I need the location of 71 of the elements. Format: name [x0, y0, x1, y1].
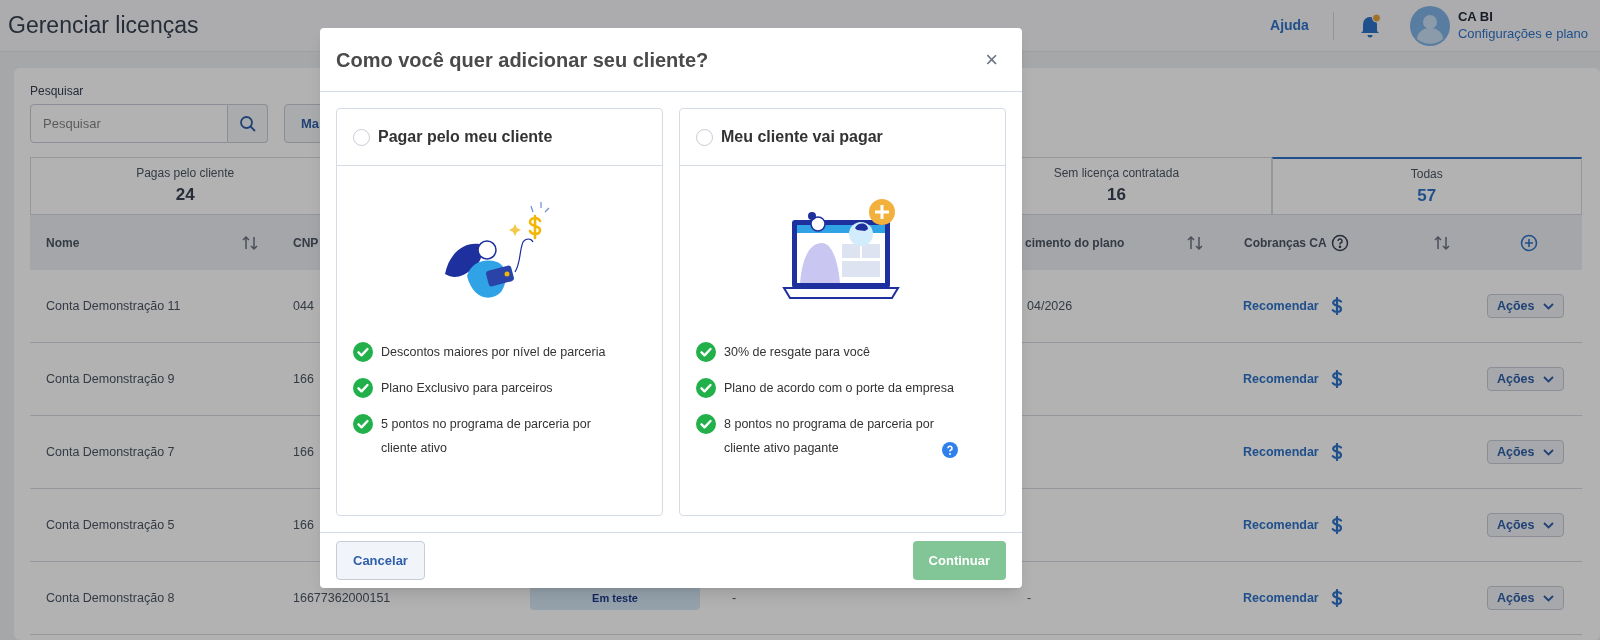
dollar-icon[interactable]	[1330, 370, 1343, 388]
check-icon	[696, 378, 716, 398]
caret-icon	[1542, 302, 1554, 310]
benefit-text: 30% de resgate para você	[724, 344, 871, 361]
check-icon	[353, 414, 373, 434]
table-cell-text: Conta Demonstração 11	[46, 297, 181, 315]
table-cell-text: Conta Demonstração 9	[46, 370, 175, 388]
option-title: Pagar pelo meu cliente	[378, 127, 553, 147]
check-icon	[353, 342, 373, 362]
table-cell-text: 166	[293, 516, 314, 534]
recommend-link[interactable]: Recomendar	[1243, 442, 1319, 462]
search-field[interactable]: Pesquisar	[30, 104, 228, 143]
actions-button[interactable]: Ações	[1487, 367, 1564, 391]
caret-icon	[1542, 375, 1554, 383]
check-icon	[696, 342, 716, 362]
dollar-icon[interactable]	[1330, 516, 1343, 534]
table-cell-text: Conta Demonstração 5	[46, 516, 175, 534]
table-cell-text: 166	[293, 443, 314, 461]
settings-link[interactable]: Configurações e plano	[1457, 25, 1588, 42]
cancel-button[interactable]: Cancelar	[336, 541, 425, 580]
benefit-text: 8 pontos no programa de parceria por cliente ativo pagante	[724, 416, 935, 457]
avatar-icon[interactable]	[1409, 5, 1450, 46]
help-link[interactable]: Ajuda	[1270, 15, 1309, 36]
dollar-icon[interactable]	[1330, 443, 1343, 461]
page-title: Gerenciar licenças	[8, 11, 199, 41]
caret-icon	[1542, 448, 1554, 456]
sort-icon[interactable]	[1433, 233, 1451, 252]
option-card[interactable]: Pagar pelo meu cliente Descontos maiores por nível de parceria Plano Exclusivo para parceiros 5 pontos no programa de parceria por cliente ativo	[336, 108, 663, 516]
table-cell-text: Conta Demonstração 8	[46, 589, 175, 607]
column-header[interactable]: cimento do plano	[1025, 233, 1125, 252]
table-cell-text: 044	[293, 297, 314, 315]
column-header[interactable]: CNP	[293, 233, 319, 252]
table-cell-text: 166	[293, 370, 314, 388]
search-button[interactable]	[228, 104, 268, 143]
benefit-text: 5 pontos no programa de parceria por cliente ativo	[381, 416, 592, 457]
option-title: Meu cliente vai pagar	[721, 127, 883, 147]
recommend-link[interactable]: Recomendar	[1243, 588, 1319, 608]
column-header[interactable]: Nome	[46, 233, 80, 252]
benefit-text: Plano de acordo com o porte da empresa	[724, 380, 955, 397]
help-icon[interactable]	[942, 442, 958, 458]
dialog-title: Como você quer adicionar seu cliente?	[336, 47, 710, 73]
actions-button[interactable]: Ações	[1487, 440, 1564, 464]
dollar-icon[interactable]	[1330, 589, 1343, 607]
actions-button[interactable]: Ações	[1487, 513, 1564, 537]
sort-icon[interactable]	[1186, 233, 1204, 252]
recommend-link[interactable]: Recomendar	[1243, 296, 1319, 316]
actions-button[interactable]: Ações	[1487, 586, 1564, 610]
check-icon	[696, 414, 716, 434]
option-card[interactable]: Meu cliente vai pagar 30% de resgate para você Plano de acordo com o porte da empresa 8 pontos no programa de parceria por cliente ativo pagante	[679, 108, 1006, 516]
table-cell-text: 16677362000151	[293, 589, 391, 607]
recommend-link[interactable]: Recomendar	[1243, 515, 1319, 535]
table-cell-text: 04/2026	[1027, 297, 1073, 315]
table-cell-text: Conta Demonstração 7	[46, 443, 175, 461]
caret-icon	[1542, 594, 1554, 602]
actions-button[interactable]: Ações	[1487, 294, 1564, 318]
search-icon[interactable]	[238, 114, 257, 133]
search-label: Pesquisar	[30, 83, 85, 100]
close-button[interactable]: ×	[977, 48, 1006, 71]
dollar-icon[interactable]	[1330, 297, 1343, 315]
benefit-text: Descontos maiores por nível de parceria	[381, 344, 607, 361]
add-column-icon[interactable]	[1519, 233, 1538, 252]
caret-icon	[1542, 521, 1554, 529]
user-name: CA BI	[1457, 9, 1494, 26]
sort-icon[interactable]	[241, 233, 259, 252]
table-cell-text: -	[1027, 589, 1032, 607]
check-icon	[353, 378, 373, 398]
recommend-link[interactable]: Recomendar	[1243, 369, 1319, 389]
column-header[interactable]: Cobranças CA	[1244, 233, 1327, 252]
benefit-text: Plano Exclusivo para parceiros	[381, 380, 554, 397]
table-cell-text: -	[732, 589, 737, 607]
help-icon[interactable]	[1330, 233, 1349, 252]
